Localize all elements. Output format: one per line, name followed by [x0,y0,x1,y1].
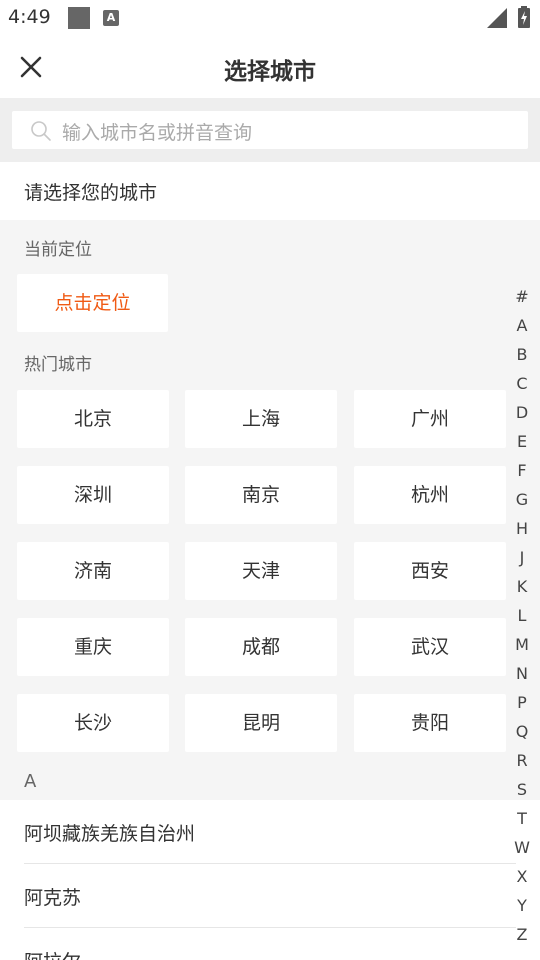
title-bar: 选择城市 [0,36,540,98]
index-letter[interactable]: R [507,746,537,775]
hot-city-button[interactable]: 天津 [185,542,337,600]
index-letter[interactable]: E [507,427,537,456]
index-letter[interactable]: L [507,601,537,630]
index-letter[interactable]: Z [507,920,537,949]
index-letter[interactable]: X [507,862,537,891]
index-letter[interactable]: H [507,514,537,543]
hot-city-button[interactable]: 长沙 [17,694,169,752]
index-letter[interactable]: W [507,833,537,862]
choose-city-prompt: 请选择您的城市 [0,162,540,220]
status-time: 4:49 [8,6,51,28]
hot-city-button[interactable]: 南京 [185,466,337,524]
index-letter[interactable]: M [507,630,537,659]
hot-city-button[interactable]: 西安 [354,542,506,600]
status-bar: 4:49 A [0,0,540,36]
index-letter[interactable]: F [507,456,537,485]
index-letter[interactable]: A [507,311,537,340]
index-letter[interactable]: J [507,543,537,572]
hot-city-button[interactable]: 成都 [185,618,337,676]
city-name: 阿拉尔 [24,947,81,960]
hot-city-button[interactable]: 杭州 [354,466,506,524]
search-icon [31,121,51,141]
city-list: 阿坝藏族羌族自治州 阿克苏 阿拉尔 [0,800,540,960]
battery-icon [518,6,530,28]
city-list-item[interactable]: 阿拉尔 [24,928,516,960]
locate-button[interactable]: 点击定位 [17,274,168,332]
index-letter[interactable]: P [507,688,537,717]
hot-city-button[interactable]: 重庆 [17,618,169,676]
signal-icon [487,8,507,28]
hot-city-button[interactable]: 上海 [185,390,337,448]
hot-city-button[interactable]: 广州 [354,390,506,448]
section-letter-header: A [24,771,37,792]
hot-city-button[interactable]: 深圳 [17,466,169,524]
index-letter[interactable]: G [507,485,537,514]
choose-city-label: 请选择您的城市 [24,182,158,204]
city-list-item[interactable]: 阿克苏 [24,864,516,928]
search-container: 输入城市名或拼音查询 [0,98,540,162]
index-letter[interactable]: B [507,340,537,369]
index-letter[interactable]: # [507,282,537,311]
hot-city-button[interactable]: 济南 [17,542,169,600]
search-placeholder: 输入城市名或拼音查询 [62,122,253,144]
index-letter[interactable]: Q [507,717,537,746]
hot-city-button[interactable]: 贵阳 [354,694,506,752]
notification-icon [68,7,90,29]
hot-cities-label: 热门城市 [24,355,92,375]
index-letter[interactable]: Y [507,891,537,920]
alphabet-index[interactable]: # A B C D E F G H J K L M N P Q R S T W … [507,282,537,949]
index-letter[interactable]: S [507,775,537,804]
hot-city-button[interactable]: 武汉 [354,618,506,676]
search-input[interactable]: 输入城市名或拼音查询 [12,111,528,149]
hot-city-button[interactable]: 昆明 [185,694,337,752]
index-letter[interactable]: K [507,572,537,601]
city-list-item[interactable]: 阿坝藏族羌族自治州 [24,800,516,864]
index-letter[interactable]: D [507,398,537,427]
hot-city-button[interactable]: 北京 [17,390,169,448]
page-title: 选择城市 [224,59,316,85]
index-letter[interactable]: T [507,804,537,833]
city-name: 阿坝藏族羌族自治州 [24,823,196,845]
current-location-label: 当前定位 [24,240,92,260]
index-letter[interactable]: N [507,659,537,688]
index-letter[interactable]: C [507,369,537,398]
app-notification-icon: A [103,10,119,26]
city-name: 阿克苏 [24,887,82,909]
